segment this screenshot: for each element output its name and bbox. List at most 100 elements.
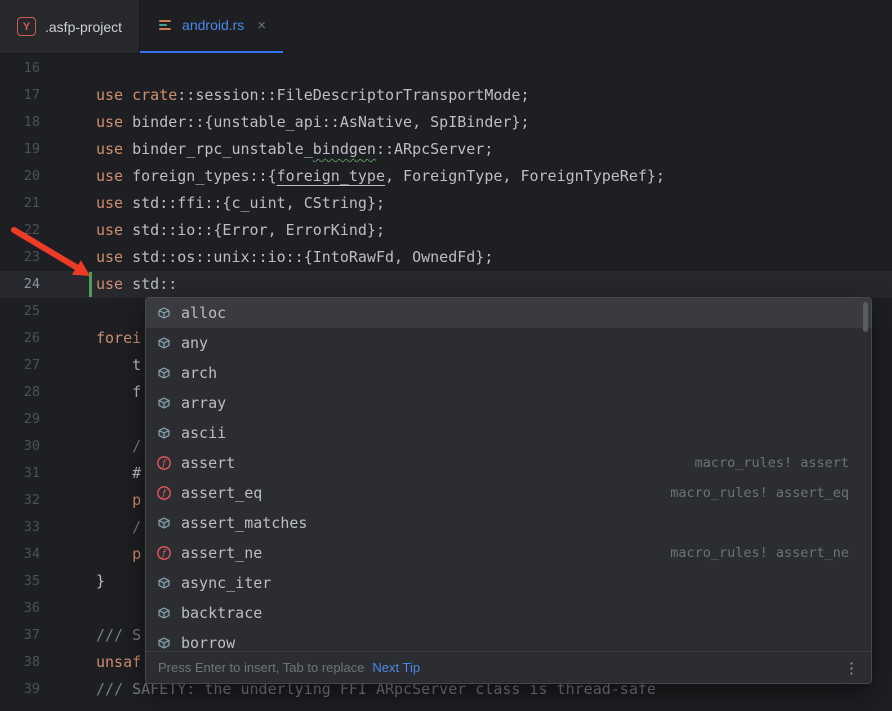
code-text: p	[96, 541, 141, 568]
code-text: /	[96, 433, 141, 460]
completion-label: assert_ne	[181, 544, 262, 562]
line-number: 29	[0, 406, 40, 433]
line-number: 21	[0, 190, 40, 217]
module-icon	[156, 335, 172, 351]
code-text: /// S	[96, 622, 141, 649]
line-number: 31	[0, 460, 40, 487]
code-line-23[interactable]: 23use std::os::unix::io::{IntoRawFd, Own…	[0, 244, 892, 271]
completion-tail: macro_rules! assert	[695, 455, 861, 471]
completion-label: async_iter	[181, 574, 271, 592]
module-icon	[156, 605, 172, 621]
module-icon	[156, 395, 172, 411]
macro-icon: f	[156, 545, 172, 561]
tab-android-rs[interactable]: android.rs ×	[140, 0, 283, 53]
code-text: use std::os::unix::io::{IntoRawFd, Owned…	[96, 244, 493, 271]
module-icon	[156, 365, 172, 381]
line-number: 36	[0, 595, 40, 622]
line-number: 28	[0, 379, 40, 406]
line-number: 34	[0, 541, 40, 568]
tab-asfp-project[interactable]: Y .asfp-project	[0, 0, 140, 53]
code-text: f	[96, 379, 141, 406]
completion-item-borrow[interactable]: borrow	[146, 628, 871, 651]
line-number: 32	[0, 487, 40, 514]
line-number: 22	[0, 217, 40, 244]
rust-file-icon	[157, 17, 173, 33]
code-line-21[interactable]: 21 use std::ffi::{c_uint, CString};	[0, 190, 892, 217]
completion-label: ascii	[181, 424, 226, 442]
completion-item-ascii[interactable]: ascii	[146, 418, 871, 448]
code-line-24[interactable]: 24 use std::	[0, 271, 892, 298]
svg-text:f: f	[161, 488, 167, 499]
svg-text:f: f	[161, 458, 167, 469]
completion-item-assert_matches[interactable]: assert_matches	[146, 508, 871, 538]
completion-hint-text: Press Enter to insert, Tab to replace	[158, 660, 364, 675]
popup-scrollbar-thumb[interactable]	[863, 302, 868, 332]
completion-label: assert_matches	[181, 514, 307, 532]
completion-item-any[interactable]: any	[146, 328, 871, 358]
completion-item-assert[interactable]: f assert macro_rules! assert	[146, 448, 871, 478]
completion-item-assert_ne[interactable]: f assert_ne macro_rules! assert_ne	[146, 538, 871, 568]
code-text: }	[96, 568, 105, 595]
code-line-22[interactable]: 22 use std::io::{Error, ErrorKind};	[0, 217, 892, 244]
code-line-20[interactable]: 20use foreign_types::{foreign_type, Fore…	[0, 163, 892, 190]
completion-label: borrow	[181, 634, 235, 651]
completion-tail: macro_rules! assert_ne	[670, 545, 861, 561]
code-line-16[interactable]: 16	[0, 55, 892, 82]
line-number: 26	[0, 325, 40, 352]
line-number: 17	[0, 82, 40, 109]
completion-label: any	[181, 334, 208, 352]
close-icon[interactable]: ×	[257, 18, 266, 33]
completion-label: arch	[181, 364, 217, 382]
completion-item-backtrace[interactable]: backtrace	[146, 598, 871, 628]
completion-footer: Press Enter to insert, Tab to replace Ne…	[146, 651, 871, 683]
completion-label: assert	[181, 454, 235, 472]
code-text: /	[96, 514, 141, 541]
line-number: 18	[0, 109, 40, 136]
editor-tab-bar: Y .asfp-project android.rs ×	[0, 0, 892, 54]
completion-item-assert_eq[interactable]: fassert_eqmacro_rules! assert_eq	[146, 478, 871, 508]
project-file-icon: Y	[17, 17, 36, 36]
line-number: 16	[0, 55, 40, 82]
completion-item-async_iter[interactable]: async_iter	[146, 568, 871, 598]
code-text: use foreign_types::{foreign_type, Foreig…	[96, 163, 665, 190]
next-tip-link[interactable]: Next Tip	[372, 660, 420, 675]
code-line-19[interactable]: 19use binder_rpc_unstable_bindgen::ARpcS…	[0, 136, 892, 163]
macro-icon: f	[156, 485, 172, 501]
kebab-menu-icon[interactable]: ⋮	[844, 659, 859, 677]
code-text: p	[96, 487, 141, 514]
tab-label: .asfp-project	[45, 19, 122, 35]
completion-item-arch[interactable]: arch	[146, 358, 871, 388]
code-line-17[interactable]: 17 use crate::session::FileDescriptorTran…	[0, 82, 892, 109]
module-icon	[156, 305, 172, 321]
module-icon	[156, 515, 172, 531]
code-text: use binder::{unstable_api::AsNative, SpI…	[96, 109, 529, 136]
line-number: 24	[0, 271, 40, 298]
completion-item-alloc[interactable]: alloc	[146, 298, 871, 328]
line-number: 38	[0, 649, 40, 676]
svg-text:f: f	[161, 548, 167, 559]
line-number: 30	[0, 433, 40, 460]
line-number: 37	[0, 622, 40, 649]
code-text: t	[96, 352, 141, 379]
code-text: use crate::session::FileDescriptorTransp…	[96, 82, 529, 109]
completion-label: backtrace	[181, 604, 262, 622]
code-text: use std::ffi::{c_uint, CString};	[96, 190, 385, 217]
code-text: use std::io::{Error, ErrorKind};	[96, 217, 385, 244]
line-number: 27	[0, 352, 40, 379]
line-number: 35	[0, 568, 40, 595]
completion-tail: macro_rules! assert_eq	[670, 485, 861, 501]
line-number: 19	[0, 136, 40, 163]
code-text: unsaf	[96, 649, 141, 676]
completion-popup: alloc any arch array ascii f assert macro_rules…	[145, 297, 872, 684]
completion-label: array	[181, 394, 226, 412]
module-icon	[156, 425, 172, 441]
code-line-18[interactable]: 18 use binder::{unstable_api::AsNative, S…	[0, 109, 892, 136]
completion-item-array[interactable]: array	[146, 388, 871, 418]
code-text: forei	[96, 325, 141, 352]
completion-list: alloc any arch array ascii f assert macro_rules…	[146, 298, 871, 651]
macro-icon: f	[156, 455, 172, 471]
line-number: 33	[0, 514, 40, 541]
module-icon	[156, 575, 172, 591]
line-number: 25	[0, 298, 40, 325]
code-text: use std::	[96, 271, 177, 298]
